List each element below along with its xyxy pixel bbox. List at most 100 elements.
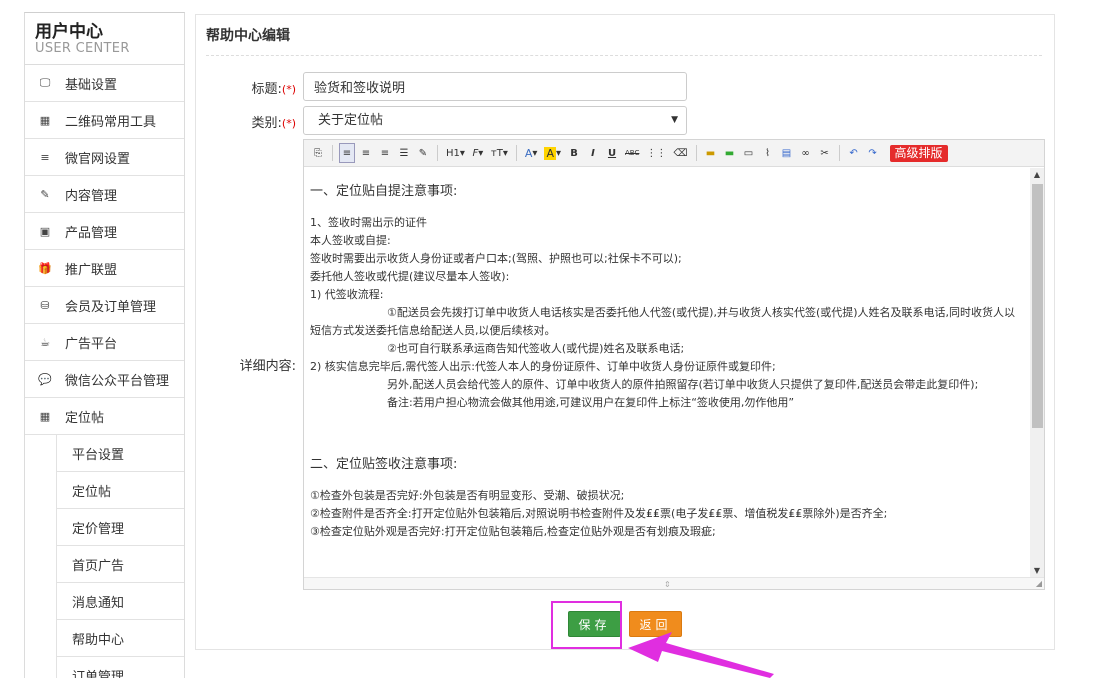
sidebar-item[interactable]: 💬 微信公众平台管理: [25, 361, 184, 398]
font-size-button[interactable]: тT ▾: [489, 143, 510, 163]
sidebar: 用户中心 USER CENTER 🖵 基础设置 ▦ 二维码常用工具 ≡ 微官网设置 ✎ 内容管…: [24, 12, 185, 678]
sidebar-item[interactable]: ≡ 微官网设置: [25, 139, 184, 176]
sidebar-nav: 🖵 基础设置 ▦ 二维码常用工具 ≡ 微官网设置 ✎ 内容管理 ▣ 产品管理 🎁 推广联盟 ⛁ 会员及订单…: [25, 65, 184, 435]
editor-toolbar: ⎘ ≡ ≡ ≡ ☰ ✎ H1 ▾ F ▾ тT ▾ A ▾ A ▾ B I U ABC ⋮…: [304, 140, 1044, 167]
sidebar-item-label: 会员及订单管理: [65, 299, 157, 315]
title-label: 标题:(*): [216, 78, 296, 97]
content-paragraph: 1) 代签收流程:: [310, 288, 384, 301]
toolbar-separator: [695, 145, 697, 161]
scroll-thumb[interactable]: [1032, 184, 1043, 428]
sidebar-subitem[interactable]: 订单管理: [57, 657, 184, 678]
sidebar-item[interactable]: ▦ 二维码常用工具: [25, 102, 184, 139]
scroll-down-icon[interactable]: ▼: [1030, 566, 1044, 575]
gift-icon: 🎁: [38, 261, 52, 275]
insert-table-icon[interactable]: ▤: [779, 143, 795, 163]
content-paragraph: ②检查附件是否齐全:打开定位贴外包装箱后,对照说明书检查附件及发₤₤票(电子发₤…: [310, 507, 888, 520]
font-family-text: F: [472, 147, 479, 159]
insert-multi-image-icon[interactable]: ▬: [722, 143, 738, 163]
sidebar-subitem[interactable]: 帮助中心: [57, 620, 184, 657]
sidebar-item-label: 内容管理: [65, 188, 118, 204]
sidebar-subitem[interactable]: 首页广告: [57, 546, 184, 583]
category-label: 类别:(*): [216, 112, 296, 131]
editor-scrollbar[interactable]: ▲ ▼: [1030, 168, 1044, 577]
align-left-icon[interactable]: ≡: [339, 143, 355, 163]
resize-grip-icon[interactable]: ◢: [1036, 579, 1042, 588]
bold-button[interactable]: B: [566, 143, 582, 163]
content-paragraph: ①检查外包装是否完好:外包装是否有明显变形、受潮、破损状况;: [310, 489, 625, 502]
sidebar-item-label: 二维码常用工具: [65, 114, 157, 130]
editor-content[interactable]: 一、定位贴自提注意事项: 1、签收时需出示的证件 本人签收或自提: 签收时需要出…: [304, 168, 1030, 577]
advanced-layout-button[interactable]: 高级排版: [889, 144, 948, 162]
attachment-icon[interactable]: ⌇: [760, 143, 776, 163]
format-brush-icon[interactable]: ✎: [415, 143, 431, 163]
sidebar-item[interactable]: 🖵 基础设置: [25, 65, 184, 102]
scroll-up-icon[interactable]: ▲: [1030, 170, 1044, 179]
content-paragraph: ③检查定位贴外观是否完好:打开定位贴包装箱后,检查定位贴外观是否有划痕及瑕疵;: [310, 525, 716, 538]
content-paragraph: ①配送员会先拨打订单中收货人电话核实是否委托他人代签(或代提),并与收货人核实代…: [310, 304, 1024, 340]
underline-button[interactable]: U: [604, 143, 620, 163]
content-blank: [310, 430, 1024, 448]
undo-icon[interactable]: ↶: [846, 143, 862, 163]
toolbar-separator: [437, 145, 438, 161]
table-grid-icon[interactable]: ⋮⋮: [644, 143, 668, 163]
required-mark: (*): [281, 117, 296, 130]
sidebar-subitem[interactable]: 消息通知: [57, 583, 184, 620]
rich-text-editor[interactable]: ⎘ ≡ ≡ ≡ ☰ ✎ H1 ▾ F ▾ тT ▾ A ▾ A ▾ B I U ABC ⋮…: [303, 139, 1045, 590]
sidebar-subitem[interactable]: 平台设置: [57, 435, 184, 472]
image-icon: ▣: [39, 224, 51, 238]
sidebar-item[interactable]: 🎁 推广联盟: [25, 250, 184, 287]
content-heading-2: 二、定位贴签收注意事项:: [310, 457, 458, 472]
content-paragraph: 备注:若用户担心物流会做其他用途,可建议用户在复印件上标注“签收使用,勿作他用”: [387, 396, 795, 409]
content-paragraph: 1、签收时需出示的证件: [310, 216, 427, 229]
sidebar-subitem[interactable]: 定价管理: [57, 509, 184, 546]
monitor-icon: 🖵: [39, 76, 51, 89]
qrcode-icon: ▦: [39, 113, 51, 127]
italic-button[interactable]: I: [585, 143, 601, 163]
source-icon[interactable]: ⎘: [310, 143, 326, 163]
sidebar-item[interactable]: ✎ 内容管理: [25, 176, 184, 213]
annotation-arrow-icon: [628, 632, 774, 678]
sidebar-subitem[interactable]: 定位帖: [57, 472, 184, 509]
category-select[interactable]: 关于定位帖 ▼: [303, 106, 687, 135]
unlink-icon[interactable]: ✂: [817, 143, 833, 163]
content-indented-text: ①配送员会先拨打订单中收货人电话核实是否委托他人代签(或代提),并与收货人核实代…: [310, 306, 1016, 337]
strikethrough-button[interactable]: ABC: [623, 143, 641, 163]
font-size-text: тT: [490, 147, 503, 159]
coffee-icon: ☕: [40, 335, 50, 349]
content-paragraph: 签收时需要出示收货人身份证或者户口本;(驾照、护照也可以;社保卡不可以);: [310, 252, 682, 265]
annotation-highlight-box: [551, 601, 622, 649]
category-label-text: 类别:: [251, 116, 282, 131]
content-paragraph: ②也可自行联系承运商告知代签收人(或代提)姓名及联系电话;: [387, 342, 685, 355]
content-label: 详细内容:: [239, 359, 296, 374]
link-icon[interactable]: ∞: [798, 143, 814, 163]
sidebar-item[interactable]: ▦ 定位帖: [25, 398, 184, 435]
highlight-button[interactable]: A ▾: [542, 143, 563, 163]
eraser-icon[interactable]: ⌫: [671, 143, 689, 163]
insert-video-icon[interactable]: ▭: [741, 143, 757, 163]
sidebar-item[interactable]: ⛁ 会员及订单管理: [25, 287, 184, 324]
database-icon: ⛁: [40, 298, 50, 312]
sidebar-item-label: 基础设置: [65, 77, 118, 93]
title-input[interactable]: [303, 72, 687, 101]
font-color-button[interactable]: A ▾: [523, 143, 540, 163]
heading-button[interactable]: H1 ▾: [444, 143, 467, 163]
edit-icon: ✎: [40, 187, 50, 201]
sidebar-item[interactable]: ▣ 产品管理: [25, 213, 184, 250]
sidebar-item[interactable]: ☕ 广告平台: [25, 324, 184, 361]
editor-resize-bar[interactable]: ⇕ ◢: [304, 577, 1044, 589]
sidebar-item-label: 推广联盟: [65, 262, 118, 278]
insert-image-icon[interactable]: ▬: [703, 143, 719, 163]
resize-handle-icon[interactable]: ⇕: [664, 580, 671, 589]
brand-title-cn: 用户中心: [35, 22, 103, 42]
brand-logo: 用户中心 USER CENTER: [25, 13, 184, 65]
align-center-icon[interactable]: ≡: [358, 143, 374, 163]
align-justify-icon[interactable]: ☰: [396, 143, 412, 163]
font-family-button[interactable]: F ▾: [470, 143, 486, 163]
content-blank: [310, 412, 1024, 430]
redo-icon[interactable]: ↷: [865, 143, 881, 163]
content-paragraph: 本人签收或自提:: [310, 234, 391, 247]
qrcode-icon: ▦: [39, 409, 51, 423]
comments-icon: 💬: [38, 372, 52, 386]
align-right-icon[interactable]: ≡: [377, 143, 393, 163]
content-paragraph: 2) 核实信息完毕后,需代签人出示:代签人本人的身份证原件、订单中收货人身份证原…: [310, 360, 776, 373]
